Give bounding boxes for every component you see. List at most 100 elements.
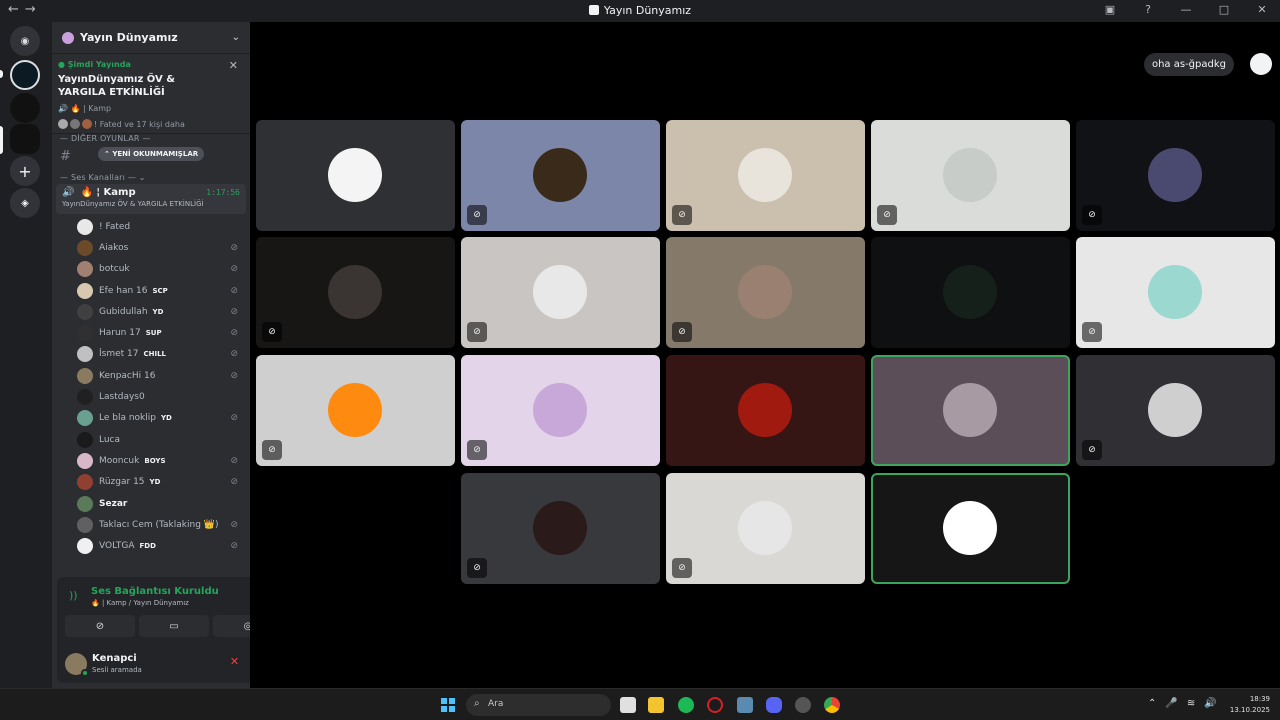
server-header[interactable]: Yayın Dünyamız ⌄ — [52, 22, 250, 54]
participant-tile[interactable]: ⊘ — [1076, 120, 1275, 231]
user-name[interactable]: Kenapci — [92, 653, 137, 664]
unread-button[interactable]: ⌃ YENİ OKUNMAMIŞLAR — [98, 147, 205, 161]
member-name: ! Fated — [99, 221, 131, 232]
participant-avatar — [738, 501, 792, 555]
member-name: KenpacHi 16 — [99, 370, 156, 381]
participant-tile[interactable]: ⊘ — [871, 120, 1070, 231]
voice-member[interactable]: Harun 17 SUP ⊘ — [52, 322, 250, 343]
close-live-icon[interactable]: ✕ — [229, 59, 238, 72]
camera-off-button[interactable]: ⊘ — [65, 615, 135, 637]
participant-tile[interactable] — [256, 120, 455, 231]
avatar — [77, 239, 93, 256]
add-server-icon[interactable]: + — [10, 156, 40, 186]
speaker-label[interactable]: oha as-ğpadkg — [1143, 53, 1234, 76]
app-icon[interactable] — [737, 697, 753, 713]
discord-taskbar-icon[interactable] — [766, 697, 782, 713]
muted-mic-icon: ⊘ — [230, 413, 238, 424]
member-role-tag: YD — [149, 478, 161, 487]
muted-mic-icon: ⊘ — [230, 519, 238, 530]
voice-member[interactable]: Sezar — [52, 493, 250, 514]
title-bar: ←→ Yayın Dünyamız ▣ ? — □ ✕ — [0, 0, 1280, 22]
voice-member[interactable]: Luca — [52, 429, 250, 450]
file-explorer-icon[interactable] — [648, 697, 664, 713]
speaker-avatar[interactable] — [1250, 53, 1272, 75]
voice-member[interactable]: Lastdays0 — [52, 386, 250, 407]
member-role-tag: SCP — [152, 286, 168, 295]
participant-tile[interactable] — [871, 473, 1070, 584]
participant-tile[interactable]: ⊘ — [461, 473, 660, 584]
voice-member[interactable]: Mooncuk BOYS ⊘ — [52, 450, 250, 471]
voice-member[interactable]: İsmet 17 CHILL ⊘ — [52, 344, 250, 365]
participant-tile[interactable]: ⊘ — [256, 355, 455, 466]
taskbar-clock[interactable]: 18:39 13.10.2025 — [1230, 694, 1270, 716]
taskbar-search[interactable]: ⌕ Ara — [466, 694, 611, 716]
voice-member[interactable]: botcuk ⊘ — [52, 259, 250, 280]
connection-channel[interactable]: 🔥 | Kamp / Yayın Dünyamız — [91, 599, 189, 607]
member-name: botcuk — [99, 264, 130, 275]
muted-mic-icon: ⊘ — [467, 440, 487, 460]
participant-tile[interactable] — [871, 355, 1070, 466]
app-icon[interactable] — [795, 697, 811, 713]
speaker-icon: 🔊 — [62, 187, 75, 198]
help-icon[interactable]: ? — [1140, 3, 1156, 16]
server-icon[interactable] — [10, 93, 40, 123]
muted-mic-icon: ⊘ — [230, 349, 238, 360]
participant-tile[interactable]: ⊘ — [461, 237, 660, 348]
maximize-icon[interactable]: □ — [1216, 3, 1232, 16]
member-name: Luca — [99, 434, 121, 445]
participant-avatar — [328, 148, 382, 202]
spotify-icon[interactable] — [678, 697, 694, 713]
home-discord-icon[interactable]: ◉ — [10, 26, 40, 56]
connection-status[interactable]: Ses Bağlantısı Kuruldu — [91, 586, 219, 597]
participant-tile[interactable]: ⊘ — [1076, 237, 1275, 348]
category-games[interactable]: — DİĞER OYUNLAR — — [52, 134, 250, 143]
mute-mic-icon[interactable]: ✕ — [230, 655, 239, 668]
voice-member[interactable]: Taklacı Cem (Taklaking 👑) ⊘ — [52, 514, 250, 535]
voice-member[interactable]: VOLTGA FDD ⊘ — [52, 535, 250, 556]
screen-share-button[interactable]: ▭ — [139, 615, 209, 637]
muted-mic-icon: ⊘ — [467, 205, 487, 225]
voice-member[interactable]: Gubidullah YD ⊘ — [52, 301, 250, 322]
muted-mic-icon: ⊘ — [230, 541, 238, 552]
participant-avatar — [328, 265, 382, 319]
participant-tile[interactable]: ⊘ — [666, 473, 865, 584]
chevron-down-icon: ⌄ — [231, 32, 240, 43]
inbox-icon[interactable]: ▣ — [1102, 3, 1118, 16]
muted-mic-icon: ⊘ — [467, 322, 487, 342]
live-event-card[interactable]: ● Şimdi Yayında YayınDünyamız ÖV & YARGI… — [52, 54, 250, 134]
participant-tile[interactable]: ⊘ — [666, 120, 865, 231]
voice-member[interactable]: ! Fated — [52, 216, 250, 237]
opera-icon[interactable] — [707, 697, 723, 713]
discover-icon[interactable]: ◈ — [10, 188, 40, 218]
minimize-icon[interactable]: — — [1178, 3, 1194, 16]
voice-channel-kamp[interactable]: 🔊 🔥 ¦ Kamp 1:17:56 YayınDünyamız ÖV & YAR… — [56, 184, 246, 214]
active-server-icon[interactable] — [10, 124, 40, 154]
muted-mic-icon: ⊘ — [230, 370, 238, 381]
participant-avatar — [533, 265, 587, 319]
signal-icon[interactable]: )) — [69, 589, 78, 602]
participant-avatar — [533, 383, 587, 437]
windows-taskbar: ⌕ Ara ⌃🎤≋🔊 18:39 13.10.2025 — [0, 688, 1280, 720]
participant-tile[interactable]: ⊘ — [461, 120, 660, 231]
participant-tile[interactable]: ⊘ — [666, 237, 865, 348]
close-icon[interactable]: ✕ — [1254, 3, 1270, 16]
participant-tile[interactable] — [666, 355, 865, 466]
system-tray[interactable]: ⌃🎤≋🔊 — [1148, 698, 1226, 709]
server-icon[interactable] — [10, 60, 40, 90]
voice-member[interactable]: Le bla noklip YD ⊘ — [52, 408, 250, 429]
voice-member[interactable]: Aiakos ⊘ — [52, 237, 250, 258]
voice-member[interactable]: Efe han 16 SCP ⊘ — [52, 280, 250, 301]
participant-tile[interactable]: ⊘ — [461, 355, 660, 466]
chrome-icon[interactable] — [824, 697, 840, 713]
participant-tile[interactable]: ⊘ — [1076, 355, 1275, 466]
voice-member[interactable]: KenpacHi 16 ⊘ — [52, 365, 250, 386]
category-voice[interactable]: — Ses Kanalları — ⌄ — [52, 173, 250, 182]
participant-tile[interactable]: ⊘ — [256, 237, 455, 348]
participant-tile[interactable] — [871, 237, 1070, 348]
search-icon: ⌕ — [474, 698, 480, 709]
voice-member-list: ! Fated Aiakos ⊘ botcuk ⊘ Efe han 16 SCP ⊘ Gubid… — [52, 216, 250, 557]
task-view-icon[interactable] — [620, 697, 636, 713]
voice-member[interactable]: Rüzgar 15 YD ⊘ — [52, 472, 250, 493]
start-windows-icon[interactable] — [441, 698, 455, 712]
user-status: Sesli aramada — [92, 666, 142, 674]
